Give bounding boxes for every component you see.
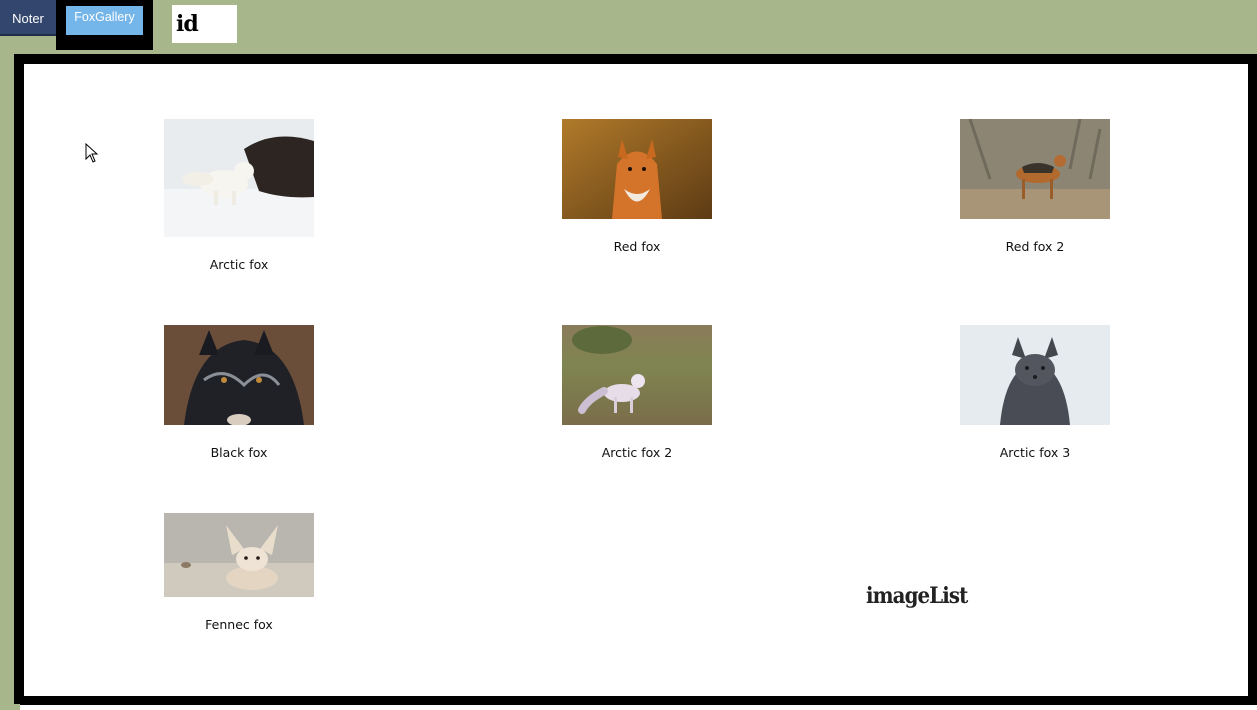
id-field[interactable]: id [172, 5, 237, 43]
arctic-fox-3-photo [960, 325, 1110, 425]
gallery-item-caption: Red fox [613, 239, 661, 254]
fennec-fox-photo [164, 513, 314, 597]
red-fox-photo [562, 119, 712, 219]
gallery-item-red-fox-2[interactable]: Red fox 2 [960, 119, 1110, 254]
image-list-label: imageList [866, 583, 968, 609]
arctic-fox-photo [164, 119, 314, 237]
arctic-fox-2-photo [562, 325, 712, 425]
red-fox-2-photo [960, 119, 1110, 219]
tab-foxgallery[interactable]: FoxGallery [66, 6, 143, 35]
gallery-item-caption: Arctic fox 2 [601, 445, 673, 460]
gallery-item-caption: Fennec fox [205, 617, 273, 632]
gallery-item-red-fox[interactable]: Red fox [562, 119, 712, 254]
gallery-item-caption: Arctic fox 3 [999, 445, 1071, 460]
gallery-item-caption: Red fox 2 [1005, 239, 1065, 254]
gallery-item-arctic-fox-3[interactable]: Arctic fox 3 [960, 325, 1110, 460]
tab-foxgallery-label: FoxGallery [74, 10, 135, 24]
gallery-item-arctic-fox-2[interactable]: Arctic fox 2 [562, 325, 712, 460]
gallery-item-black-fox[interactable]: Black fox [164, 325, 314, 460]
bottom-strip [20, 704, 1257, 710]
gallery-item-caption: Arctic fox [209, 257, 269, 272]
gallery-item-fennec-fox[interactable]: Fennec fox [164, 513, 314, 632]
black-fox-photo [164, 325, 314, 425]
tab-foxgallery-frame: FoxGallery [56, 0, 153, 50]
tab-noter-label: Noter [12, 10, 44, 26]
gallery-item-arctic-fox[interactable]: Arctic fox [164, 119, 314, 272]
tab-noter[interactable]: Noter [0, 0, 56, 36]
id-field-value: id [176, 11, 199, 37]
mouse-cursor-icon [85, 143, 99, 163]
gallery-item-caption: Black fox [210, 445, 268, 460]
